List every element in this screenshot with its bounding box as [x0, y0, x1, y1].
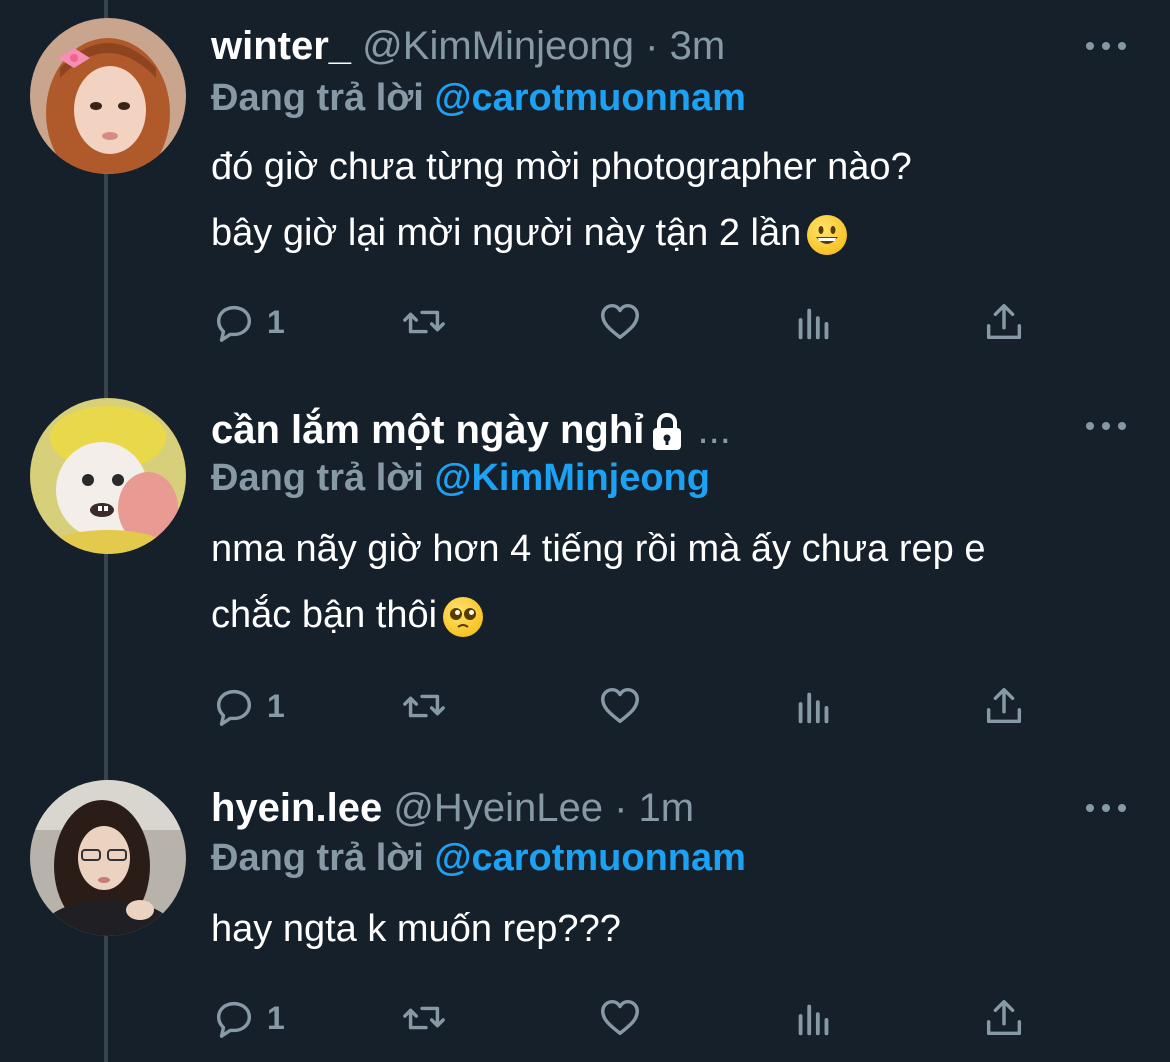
lock-icon: [653, 413, 682, 451]
truncated-handle: ...: [697, 408, 731, 452]
analytics-icon: [798, 692, 829, 724]
reply-icon: [216, 1001, 252, 1038]
display-name[interactable]: winter_: [211, 24, 351, 68]
tweet-actions: 1: [211, 994, 1041, 1042]
analytics-button[interactable]: [791, 994, 837, 1042]
tweet-header: cần lắm một ngày nghỉ ...: [211, 406, 1090, 454]
analytics-icon: [798, 1004, 829, 1036]
tweet-text-line: đó giờ chưa từng mời photographer nào?: [211, 146, 912, 188]
analytics-icon: [798, 308, 829, 340]
reply-count: 1: [267, 999, 285, 1036]
reply-button[interactable]: 1: [211, 682, 285, 730]
pleading-face-emoji: [443, 596, 484, 637]
replying-to-handle[interactable]: @KimMinjeong: [434, 457, 710, 499]
more-options-icon[interactable]: [1086, 798, 1126, 818]
tweet-text-line: bây giờ lại mời người này tận 2 lần: [211, 212, 802, 254]
like-icon: [601, 303, 639, 340]
display-name[interactable]: hyein.lee: [211, 786, 382, 830]
username-handle[interactable]: @KimMinjeong: [362, 24, 634, 68]
replying-to: Đang trả lời @carotmuonnam: [211, 836, 746, 880]
replying-to-label: Đang trả lời: [211, 457, 424, 499]
reply-icon: [216, 689, 252, 726]
display-name[interactable]: cần lắm một ngày nghỉ: [211, 408, 644, 452]
reply-button[interactable]: 1: [211, 994, 285, 1042]
analytics-button[interactable]: [791, 682, 837, 730]
separator-dot: ·: [614, 786, 628, 830]
like-button[interactable]: [597, 994, 643, 1042]
tweet-text: hay ngta k muốn rep???: [211, 896, 1111, 962]
share-button[interactable]: [981, 298, 1027, 346]
retweet-icon: [403, 1006, 445, 1030]
share-icon: [986, 303, 1022, 340]
retweet-button[interactable]: [401, 298, 447, 346]
tweet-header: winter_ @KimMinjeong · 3m: [211, 22, 1090, 70]
timestamp[interactable]: 3m: [670, 24, 726, 68]
tweet-text: nma nãy giờ hơn 4 tiếng rồi mà ấy chưa r…: [211, 516, 1111, 648]
share-button[interactable]: [981, 994, 1027, 1042]
like-button[interactable]: [597, 298, 643, 346]
share-button[interactable]: [981, 682, 1027, 730]
tweet-text-line: chắc bận thôi: [211, 594, 438, 636]
reply-button[interactable]: 1: [211, 298, 285, 346]
share-icon: [986, 999, 1022, 1036]
retweet-button[interactable]: [401, 994, 447, 1042]
replying-to-handle[interactable]: @carotmuonnam: [434, 77, 746, 119]
replying-to: Đang trả lời @KimMinjeong: [211, 456, 710, 500]
like-button[interactable]: [597, 682, 643, 730]
separator-dot: ·: [645, 24, 659, 68]
reply-count: 1: [267, 303, 285, 340]
retweet-icon: [403, 310, 445, 334]
tweet-actions: 1: [211, 682, 1041, 730]
grinning-face-emoji: [807, 214, 848, 255]
replying-to-label: Đang trả lời: [211, 837, 424, 879]
retweet-icon: [403, 694, 445, 718]
tweet-text: đó giờ chưa từng mời photographer nào? b…: [211, 134, 1111, 266]
tweet-header: hyein.lee @HyeinLee · 1m: [211, 784, 1090, 832]
reply-count: 1: [267, 687, 285, 724]
username-handle[interactable]: @HyeinLee: [393, 786, 603, 830]
more-options-icon[interactable]: [1086, 36, 1126, 56]
tweet-actions: 1: [211, 298, 1041, 346]
avatar[interactable]: [30, 18, 186, 174]
tweet-text-line: hay ngta k muốn rep???: [211, 908, 621, 950]
tweet-text-line: nma nãy giờ hơn 4 tiếng rồi mà ấy chưa r…: [211, 528, 986, 570]
like-icon: [601, 999, 639, 1036]
avatar[interactable]: [30, 398, 186, 554]
replying-to-handle[interactable]: @carotmuonnam: [434, 837, 746, 879]
retweet-button[interactable]: [401, 682, 447, 730]
replying-to-label: Đang trả lời: [211, 77, 424, 119]
analytics-button[interactable]: [791, 298, 837, 346]
avatar[interactable]: [30, 780, 186, 936]
like-icon: [601, 687, 639, 724]
more-options-icon[interactable]: [1086, 416, 1126, 436]
reply-icon: [216, 305, 252, 342]
replying-to: Đang trả lời @carotmuonnam: [211, 76, 746, 120]
share-icon: [986, 687, 1022, 724]
timestamp[interactable]: 1m: [639, 786, 695, 830]
